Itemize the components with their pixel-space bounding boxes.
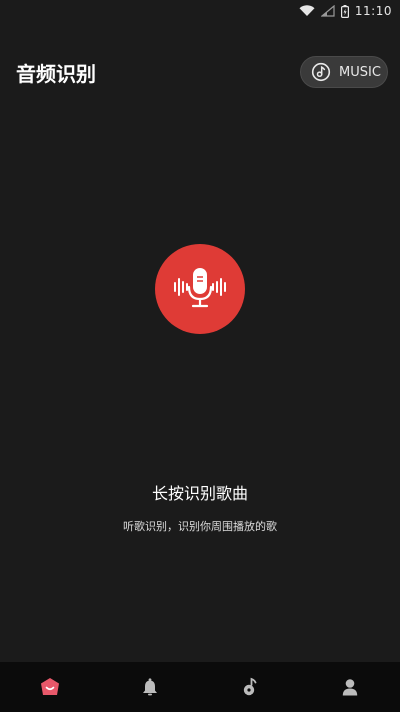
microphone-icon (168, 255, 232, 323)
user-icon (340, 677, 360, 697)
secondary-hint: 听歌识别，识别你周围播放的歌 (123, 520, 277, 533)
nav-item-home[interactable] (20, 662, 80, 712)
record-button[interactable] (155, 244, 245, 334)
primary-hint: 长按识别歌曲 (151, 484, 248, 503)
wifi-icon (299, 5, 315, 17)
nav-item-music[interactable] (220, 662, 280, 712)
nav-item-notifications[interactable] (120, 662, 180, 712)
battery-icon (340, 4, 349, 18)
bell-icon (140, 677, 160, 697)
status-bar: 11:10 (0, 0, 400, 22)
music-button[interactable]: MUSIC (300, 56, 388, 88)
bottom-nav (0, 662, 400, 712)
music-note-icon (240, 677, 260, 697)
status-time: 11:10 (354, 4, 392, 18)
nav-item-profile[interactable] (320, 662, 380, 712)
home-icon (39, 676, 61, 698)
music-disc-icon (311, 62, 331, 82)
page-title: 音频识别 (16, 62, 96, 86)
signal-icon (320, 5, 335, 17)
music-button-label: MUSIC (339, 64, 381, 80)
